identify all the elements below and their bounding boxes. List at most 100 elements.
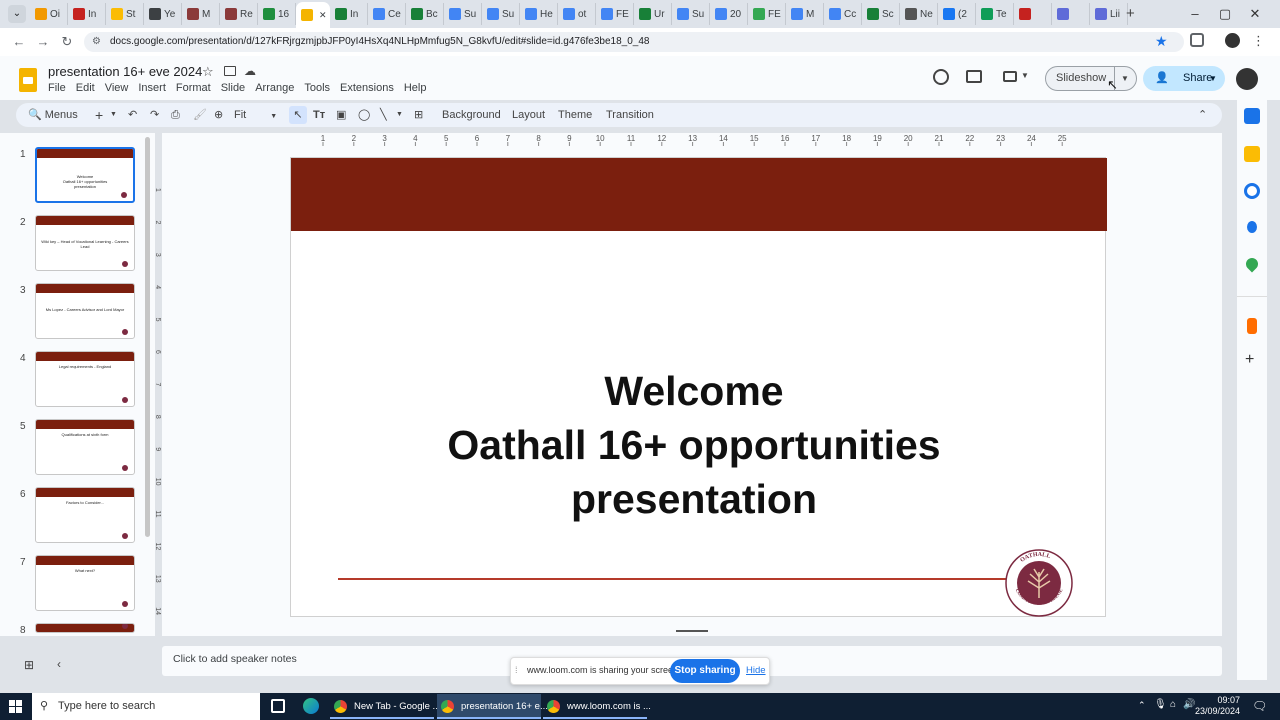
tab-search-button[interactable]: ⌄ [8,5,26,23]
minimize-button[interactable]: – [1180,4,1210,24]
collapse-toolbar-icon[interactable]: ⌃ [1198,106,1207,124]
bookmark-star-icon[interactable]: ★ [1155,33,1168,50]
tasks-icon[interactable] [1244,183,1260,199]
browser-tab[interactable]: In [68,3,106,25]
tray-chevron-icon[interactable]: ⌃ [1138,700,1146,711]
reload-icon[interactable]: ↻ [58,33,76,51]
slide-thumbnail[interactable]: What next? [35,555,135,611]
browser-tab[interactable] [1052,3,1090,25]
paint-format-icon[interactable]: 🖌 [193,106,207,124]
browser-tab[interactable]: M [182,3,220,25]
profile-avatar[interactable] [1225,33,1240,48]
hide-link[interactable]: Hide [746,665,766,676]
star-icon[interactable]: ☆ [202,64,214,80]
menu-item-arrange[interactable]: Arrange [255,82,294,94]
browser-tab[interactable]: Lii [1090,3,1128,25]
browser-tab[interactable]: M [786,3,824,25]
meet-dropdown-icon[interactable]: ▼ [1021,71,1029,80]
grid-view-icon[interactable]: ⊞ [24,658,34,672]
browser-tab[interactable]: Sc [862,3,900,25]
forward-icon[interactable]: → [34,33,52,51]
browser-tab[interactable]: In [330,3,368,25]
extensions-icon[interactable] [1190,33,1204,47]
browser-tab[interactable]: Oi [30,3,68,25]
menu-item-insert[interactable]: Insert [138,82,166,94]
share-button[interactable]: 👤 Share ▼ [1143,66,1225,91]
slide-thumbnail[interactable]: Qualifications at sixth form [35,419,135,475]
menu-item-slide[interactable]: Slide [221,82,245,94]
move-folder-icon[interactable] [224,66,236,76]
start-icon[interactable] [9,700,22,713]
layout-button[interactable]: Layout [512,106,545,124]
browser-tab[interactable]: (2 [938,3,976,25]
notes-resize-handle[interactable] [676,630,708,632]
address-bar[interactable]: ⚙ docs.google.com/presentation/d/127kFRj… [84,32,1184,52]
addon-icon[interactable] [1247,318,1257,334]
taskbar-item[interactable]: www.loom.com is ... [543,694,651,719]
zoom-select[interactable]: Fit ▼ [234,106,277,124]
maximize-button[interactable]: ▢ [1210,4,1240,24]
redo-icon[interactable]: ↷ [150,106,159,124]
undo-icon[interactable]: ↶ [128,106,137,124]
system-clock[interactable]: 09:07 23/09/2024 [1190,695,1240,717]
speaker-notes-placeholder[interactable]: Click to add speaker notes [173,653,297,665]
menu-item-help[interactable]: Help [404,82,427,94]
notifications-icon[interactable]: 🗨 [1252,699,1267,713]
browser-tab[interactable]: 20 [710,3,748,25]
theme-button[interactable]: Theme [558,106,592,124]
slideshow-dropdown-icon[interactable]: ▼ [1121,67,1129,90]
select-tool-icon[interactable]: ↖ [289,106,307,124]
image-icon[interactable]: ▣ [336,106,346,124]
slide-thumbnail[interactable]: Wiki key – Head of Vocational Learning -… [35,215,135,271]
task-view-icon[interactable] [271,699,285,713]
edge-icon[interactable] [303,698,319,714]
line-dropdown-icon[interactable]: ▼ [396,106,403,124]
contacts-icon[interactable] [1247,221,1257,233]
menu-item-view[interactable]: View [105,82,129,94]
slide-thumbnail[interactable]: Welcome Oathall 16+ opportunities presen… [35,147,135,203]
slides-logo-icon[interactable] [19,68,37,92]
document-title[interactable]: presentation 16+ eve 2024 [48,64,202,79]
share-dropdown-icon[interactable]: ▼ [1209,66,1217,91]
slide-thumbnail[interactable]: Legal requirements - England [35,351,135,407]
new-slide-dropdown-icon[interactable]: ▼ [110,106,117,124]
menu-item-tools[interactable]: Tools [304,82,330,94]
slide-thumbnail[interactable]: Factors to Consider... [35,487,135,543]
browser-tab[interactable]: ot [558,3,596,25]
version-history-icon[interactable] [933,69,949,85]
slide-thumbnail[interactable]: Ms Lopez - Careers Advisor and Lord Mayo… [35,283,135,339]
comment-add-icon[interactable]: ⊞ [414,106,423,124]
menu-item-edit[interactable]: Edit [76,82,95,94]
shape-icon[interactable]: ◯ [358,106,370,124]
keep-icon[interactable] [1244,146,1260,162]
browser-tab[interactable]: Ye [144,3,182,25]
browser-tab[interactable]: FE [596,3,634,25]
browser-tab[interactable]: Bc [406,3,444,25]
meet-icon[interactable] [1003,71,1017,82]
browser-tab[interactable]: Su [444,3,482,25]
taskbar-search[interactable]: ⚲ Type here to search [32,693,260,720]
account-avatar[interactable] [1236,68,1258,90]
network-icon[interactable]: ⌂ [1170,699,1176,710]
close-tab-icon[interactable]: ✕ [319,10,327,21]
browser-tab[interactable]: St [106,3,144,25]
slide-title[interactable]: Welcome Oathall 16+ opportunities presen… [291,364,1097,526]
drag-handle-icon[interactable]: ⁞ [515,665,518,675]
current-slide[interactable]: Welcome Oathall 16+ opportunities presen… [290,157,1107,617]
get-addons-icon[interactable]: + [1245,351,1254,369]
slide-thumbnail[interactable]: Application timelines [35,623,135,633]
stop-sharing-button[interactable]: Stop sharing [670,659,740,683]
browser-tab[interactable]: 16 [258,3,296,25]
browser-tab[interactable] [1014,3,1052,25]
browser-tab[interactable]: Ur [634,3,672,25]
browser-tab[interactable]: He [520,3,558,25]
search-menus[interactable]: 🔍 Menus [28,106,78,124]
menu-item-format[interactable]: Format [176,82,211,94]
browser-tab[interactable]: ✕ [296,2,330,28]
back-icon[interactable]: ← [10,33,28,51]
browser-tab[interactable]: Te [976,3,1014,25]
menu-item-file[interactable]: File [48,82,66,94]
browser-tab[interactable]: Ce [368,3,406,25]
browser-tab[interactable]: Ne [900,3,938,25]
collapse-filmstrip-icon[interactable]: ‹ [57,657,61,671]
